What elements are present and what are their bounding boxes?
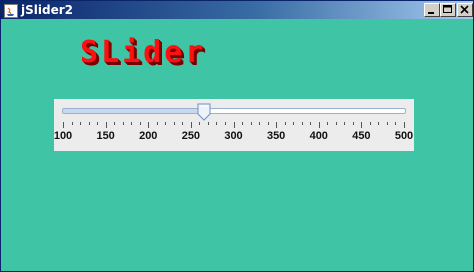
slider[interactable]: 100 150 200 250 300 350 400 450 500 [54,99,414,151]
tick-label: 300 [224,130,243,142]
slider-tick-labels: 100 150 200 250 300 350 400 450 500 [54,129,414,143]
title-bar[interactable]: jSlider2 [1,1,473,19]
tick-label: 450 [352,130,371,142]
tick-label: 250 [181,130,201,142]
content-pane: SLider 100 150 200 250 300 350 400 450 500 [5,20,469,267]
close-icon [460,5,469,14]
java-app-icon[interactable] [4,3,18,18]
tick-label: 350 [266,130,286,142]
minimize-icon [428,12,434,14]
maximize-icon [443,5,452,13]
tick-label: 400 [309,130,328,142]
window-title: jSlider2 [21,3,73,17]
slider-ticks [63,122,405,128]
tick-label: 100 [53,130,73,142]
close-button[interactable] [457,3,473,17]
tick-label: 150 [96,130,115,142]
tick-label: 500 [394,130,414,142]
app-window: jSlider2 SLider 100 150 200 250 300 350 400 450… [0,0,474,272]
slider-heading: SLider [80,35,207,70]
minimize-button[interactable] [424,3,440,17]
tick-label: 200 [139,130,158,142]
maximize-button[interactable] [440,3,456,17]
slider-thumb[interactable] [197,103,211,121]
